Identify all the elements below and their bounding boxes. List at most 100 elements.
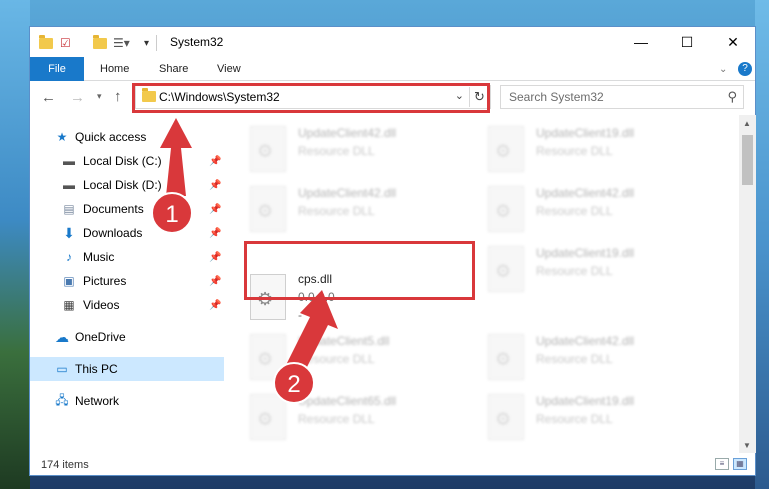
- scroll-down-icon[interactable]: ▼: [743, 441, 751, 450]
- file-name: UpdateClient65.dll: [298, 394, 397, 408]
- sidebar-item-network[interactable]: 🖧 Network: [30, 389, 224, 413]
- sidebar-item-label: OneDrive: [75, 330, 126, 344]
- desktop-background-left: [0, 0, 30, 489]
- scroll-thumb[interactable]: [742, 135, 753, 185]
- forward-arrow-icon[interactable]: →: [70, 89, 85, 106]
- pin-icon[interactable]: 📌: [209, 276, 221, 287]
- file-description: Resource DLL: [536, 352, 613, 366]
- drive-icon: ▬: [63, 178, 75, 192]
- tab-home[interactable]: Home: [100, 57, 129, 81]
- file-item[interactable]: UpdateClient19.dll Resource DLL: [466, 242, 696, 298]
- maximize-button[interactable]: ☐: [664, 27, 710, 57]
- sidebar-item-label: Network: [75, 394, 120, 408]
- sidebar-item-label: Local Disk (C:): [83, 154, 162, 168]
- scroll-up-icon[interactable]: ▲: [743, 119, 751, 128]
- expand-ribbon-icon[interactable]: ⌄: [719, 57, 727, 81]
- title-bar: ☑ ☰▾ ▾ System32 — ☐ ✕: [30, 27, 755, 57]
- dll-file-icon: [250, 394, 286, 440]
- file-name: UpdateClient19.dll: [536, 246, 635, 260]
- dll-file-icon: [488, 246, 524, 292]
- pin-icon[interactable]: 📌: [209, 228, 221, 239]
- sidebar-item-label: Quick access: [75, 130, 147, 144]
- file-name: UpdateClient19.dll: [536, 394, 635, 408]
- up-arrow-icon[interactable]: ↑: [114, 88, 122, 105]
- dll-file-icon: [250, 334, 286, 380]
- customize-toolbar-icon[interactable]: ☰▾: [113, 35, 130, 51]
- cloud-icon: ☁: [55, 328, 69, 345]
- search-icon[interactable]: ⚲: [727, 89, 737, 105]
- sidebar-item-local-disk-c[interactable]: ▬ Local Disk (C:) 📌: [30, 149, 224, 173]
- pin-icon[interactable]: 📌: [209, 204, 221, 215]
- star-icon: ★: [56, 130, 68, 144]
- sidebar-item-label: Music: [83, 250, 115, 264]
- minimize-button[interactable]: —: [618, 27, 664, 57]
- status-bar: 174 items ≡ ▦: [30, 453, 755, 476]
- sidebar-item-videos[interactable]: ▦ Videos 📌: [30, 293, 224, 317]
- back-arrow-icon[interactable]: ←: [41, 89, 56, 106]
- sidebar-item-music[interactable]: ♪ Music 📌: [30, 245, 224, 269]
- tab-view[interactable]: View: [217, 57, 241, 81]
- navigation-pane: ★ Quick access ▬ Local Disk (C:) 📌 ▬ Loc…: [30, 119, 228, 449]
- view-switcher: ≡ ▦: [715, 458, 747, 470]
- file-highlight: [244, 241, 475, 300]
- sidebar-item-label: This PC: [75, 362, 118, 376]
- item-count: 174 items: [41, 458, 89, 471]
- pin-icon[interactable]: 📌: [209, 300, 221, 311]
- search-box[interactable]: ⚲: [500, 85, 744, 109]
- network-icon: 🖧: [55, 392, 69, 407]
- close-button[interactable]: ✕: [710, 27, 756, 57]
- vertical-scrollbar[interactable]: ▲ ▼: [739, 115, 756, 453]
- file-item[interactable]: UpdateClient42.dll Resource DLL: [466, 330, 696, 386]
- folder-icon: [39, 34, 53, 51]
- properties-icon[interactable]: ☑: [60, 35, 71, 51]
- file-company: -: [298, 308, 302, 322]
- file-name: UpdateClient42.dll: [298, 126, 397, 140]
- film-icon: ▦: [63, 298, 75, 312]
- pin-icon[interactable]: 📌: [209, 180, 221, 191]
- file-description: Resource DLL: [298, 352, 375, 366]
- sidebar-item-label: Downloads: [83, 226, 143, 240]
- dll-file-icon: [488, 186, 524, 232]
- drive-icon: ▬: [63, 154, 75, 168]
- file-description: Resource DLL: [536, 412, 613, 426]
- tiles-view-icon[interactable]: ▦: [733, 458, 747, 470]
- sidebar-item-documents[interactable]: ▤ Documents 📌: [30, 197, 224, 221]
- pin-icon[interactable]: 📌: [209, 252, 221, 263]
- sidebar-item-label: Local Disk (D:): [83, 178, 162, 192]
- details-view-icon[interactable]: ≡: [715, 458, 729, 470]
- file-description: Resource DLL: [536, 144, 613, 158]
- address-bar-highlight: [132, 83, 490, 113]
- quick-access-dropdown-icon[interactable]: ▾: [144, 35, 149, 51]
- help-icon[interactable]: ?: [738, 57, 752, 81]
- file-name: UpdateClient19.dll: [536, 126, 635, 140]
- sidebar-item-quick-access[interactable]: ★ Quick access: [30, 125, 224, 149]
- file-item[interactable]: UpdateClient65.dll Resource DLL: [228, 390, 458, 446]
- new-folder-icon[interactable]: [93, 34, 107, 51]
- dll-file-icon: [488, 334, 524, 380]
- ribbon-tabs: File Home Share View ⌄ ?: [30, 57, 755, 81]
- file-item[interactable]: UpdateClient19.dll Resource DLL: [466, 122, 696, 178]
- dll-file-icon: [250, 126, 286, 172]
- sidebar-item-onedrive[interactable]: ☁ OneDrive: [30, 325, 224, 349]
- sidebar-item-pictures[interactable]: ▣ Pictures 📌: [30, 269, 224, 293]
- sidebar-item-this-pc[interactable]: ▭ This PC: [30, 357, 224, 381]
- file-description: Resource DLL: [298, 412, 375, 426]
- tab-share[interactable]: Share: [159, 57, 188, 81]
- recent-locations-icon[interactable]: ▾: [97, 91, 102, 102]
- file-item[interactable]: UpdateClient19.dll Resource DLL: [466, 390, 696, 446]
- file-description: Resource DLL: [536, 264, 613, 278]
- computer-icon: ▭: [56, 362, 68, 376]
- file-item[interactable]: UpdateClient42.dll Resource DLL: [228, 122, 458, 178]
- pin-icon[interactable]: 📌: [209, 156, 221, 167]
- search-input[interactable]: [509, 86, 719, 108]
- file-item[interactable]: UpdateClient42.dll Resource DLL: [466, 182, 696, 238]
- sidebar-item-downloads[interactable]: ⬇ Downloads 📌: [30, 221, 224, 245]
- file-item[interactable]: UpdateClient42.dll Resource DLL: [228, 182, 458, 238]
- music-note-icon: ♪: [66, 250, 72, 264]
- file-item[interactable]: UpdateClient5.dll Resource DLL: [228, 330, 458, 386]
- sidebar-item-local-disk-d[interactable]: ▬ Local Disk (D:) 📌: [30, 173, 224, 197]
- tab-file[interactable]: File: [30, 57, 84, 81]
- file-description: Resource DLL: [298, 144, 375, 158]
- sidebar-item-label: Pictures: [83, 274, 127, 288]
- file-description: Resource DLL: [298, 204, 375, 218]
